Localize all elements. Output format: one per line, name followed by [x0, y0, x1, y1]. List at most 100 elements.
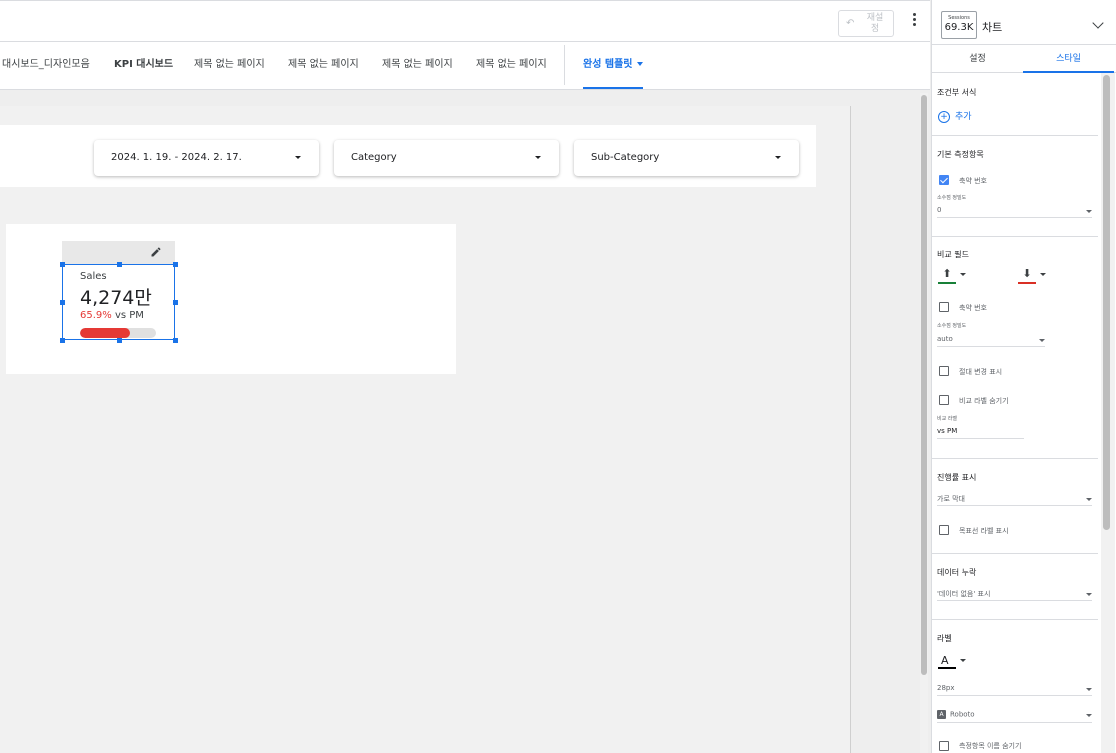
section-conditional-format: 조건부 서식: [937, 88, 977, 97]
section-divider: [932, 236, 1098, 237]
font-color-glyph: A: [941, 654, 949, 667]
font-icon: A: [937, 710, 946, 719]
absolute-change-checkbox[interactable]: [939, 366, 949, 376]
resize-handle[interactable]: [173, 338, 178, 343]
arrow-up-icon: ⬆: [942, 267, 952, 280]
report-canvas: [0, 106, 851, 753]
properties-panel: Sessions 69.3K 차트 설정 스타일 조건부 서식 + 추가 기본 측…: [931, 0, 1116, 753]
add-condition-button[interactable]: + 추가: [938, 109, 972, 123]
panel-title: 차트: [982, 21, 1003, 34]
progress-type-select[interactable]: 가로 막대: [937, 494, 1092, 506]
resize-handle[interactable]: [60, 300, 65, 305]
canvas-scrollbar-thumb[interactable]: [921, 95, 927, 675]
section-divider: [932, 458, 1098, 459]
hide-metric-name-checkbox[interactable]: [939, 741, 949, 751]
target-label-checkbox[interactable]: [939, 525, 949, 535]
comparison-percent: 65.9%: [80, 310, 112, 321]
resize-handle[interactable]: [117, 262, 122, 267]
dropdown-arrow-icon: [960, 659, 966, 662]
tab-template-label: 완성 템플릿: [583, 59, 633, 70]
filter-bar: 2024. 1. 19. - 2024. 2. 17. Category Sub…: [0, 125, 816, 187]
font-color-picker[interactable]: A: [938, 654, 968, 670]
compare-decimal-select[interactable]: auto: [937, 335, 1045, 347]
dropdown-arrow-icon: [1086, 714, 1092, 717]
reset-label: 재설정: [866, 13, 884, 34]
undo-icon: ↶: [846, 18, 855, 29]
compare-label-input[interactable]: vs PM: [937, 427, 1024, 439]
compare-decimal-value: auto: [937, 335, 953, 343]
hide-compare-label-text: 비교 라벨 숨기기: [959, 397, 1009, 405]
dropdown-arrow-icon: [1086, 210, 1092, 213]
tab-untitled-2[interactable]: 제목 없는 페이지: [288, 42, 359, 88]
resize-handle[interactable]: [60, 338, 65, 343]
date-range-value: 2024. 1. 19. - 2024. 2. 17.: [111, 152, 242, 163]
resize-handle[interactable]: [60, 262, 65, 267]
more-options-icon[interactable]: [906, 13, 922, 31]
negative-color-picker[interactable]: ⬇: [1018, 268, 1048, 284]
compare-compact-checkbox[interactable]: [939, 302, 949, 312]
section-label: 라벨: [937, 634, 952, 643]
absolute-change-label: 절대 변경 표시: [959, 368, 1003, 376]
sessions-label: Sessions: [948, 15, 970, 21]
metric-compact-label: 축약 번호: [959, 177, 987, 185]
font-size-select[interactable]: 28px: [937, 684, 1092, 696]
missing-data-select[interactable]: '데이터 없음' 표시: [937, 589, 1092, 601]
section-missing-data: 데이터 누락: [937, 568, 977, 577]
metric-decimal-label: 소수점 정밀도: [937, 195, 967, 201]
category-filter-label: Category: [351, 152, 397, 163]
resize-handle[interactable]: [117, 338, 122, 343]
tab-setup[interactable]: 설정: [932, 45, 1023, 72]
compare-compact-label: 축약 번호: [959, 304, 987, 312]
section-divider: [932, 135, 1098, 136]
top-toolbar: ↶ 재설정: [0, 0, 930, 42]
compare-label-caption: 비교 라벨: [937, 416, 957, 422]
progress-bar-fill: [80, 328, 131, 338]
dropdown-arrow-icon: [1039, 339, 1045, 342]
chart-type-thumbnail[interactable]: Sessions 69.3K: [941, 11, 977, 39]
font-family-value: Roboto: [950, 710, 975, 719]
add-label: 추가: [955, 112, 972, 122]
section-compare-field: 비교 필드: [937, 250, 969, 259]
tab-untitled-3[interactable]: 제목 없는 페이지: [382, 42, 453, 88]
dropdown-arrow-icon: [960, 273, 966, 276]
reset-button[interactable]: ↶ 재설정: [838, 10, 894, 37]
section-progress: 진행률 표시: [937, 473, 977, 482]
tab-style[interactable]: 스타일: [1023, 45, 1114, 73]
resize-handle[interactable]: [173, 300, 178, 305]
pencil-icon[interactable]: [150, 246, 162, 258]
category-filter[interactable]: Category: [334, 140, 559, 176]
panel-scrollbar-thumb[interactable]: [1103, 75, 1110, 530]
date-range-filter[interactable]: 2024. 1. 19. - 2024. 2. 17.: [94, 140, 319, 176]
dropdown-arrow-icon: [1086, 498, 1092, 501]
section-primary-metric: 기본 측정항목: [937, 150, 984, 159]
dropdown-arrow-icon: [1086, 593, 1092, 596]
compare-decimal-label: 소수점 정밀도: [937, 323, 967, 329]
tab-untitled-1[interactable]: 제목 없는 페이지: [194, 42, 265, 88]
arrow-down-icon: ⬇: [1022, 267, 1032, 280]
tab-divider: [564, 45, 565, 85]
scorecard-metric-label: Sales: [80, 271, 107, 282]
tab-kpi-dashboard[interactable]: KPI 대시보드: [114, 42, 173, 88]
hide-compare-label-checkbox[interactable]: [939, 395, 949, 405]
chevron-down-icon[interactable]: [1092, 17, 1104, 29]
metric-compact-checkbox[interactable]: [939, 175, 949, 185]
font-size-value: 28px: [937, 684, 955, 692]
tab-template[interactable]: 완성 템플릿: [583, 42, 644, 89]
tab-untitled-4[interactable]: 제목 없는 페이지: [476, 42, 547, 88]
target-label-text: 목표선 라벨 표시: [959, 527, 1009, 535]
sessions-value: 69.3K: [944, 22, 974, 33]
hide-metric-name-label: 측정항목 이름 숨기기: [959, 742, 1022, 750]
positive-color-picker[interactable]: ⬆: [938, 268, 968, 284]
metric-decimal-select[interactable]: 0: [937, 206, 1092, 218]
resize-handle[interactable]: [173, 262, 178, 267]
tab-dashboard-design[interactable]: 대시보드_디자인모음: [2, 42, 90, 88]
missing-data-value: '데이터 없음' 표시: [937, 590, 991, 598]
panel-header[interactable]: Sessions 69.3K 차트: [932, 7, 1116, 45]
dropdown-arrow-icon: [1040, 273, 1046, 276]
dropdown-arrow-icon: [535, 156, 541, 159]
comparison-label: vs PM: [114, 310, 144, 321]
font-family-select[interactable]: A Roboto: [937, 710, 1092, 723]
subcategory-filter[interactable]: Sub-Category: [574, 140, 799, 176]
add-circle-icon: +: [938, 110, 950, 123]
scorecard-value: 4,274만: [80, 287, 152, 309]
